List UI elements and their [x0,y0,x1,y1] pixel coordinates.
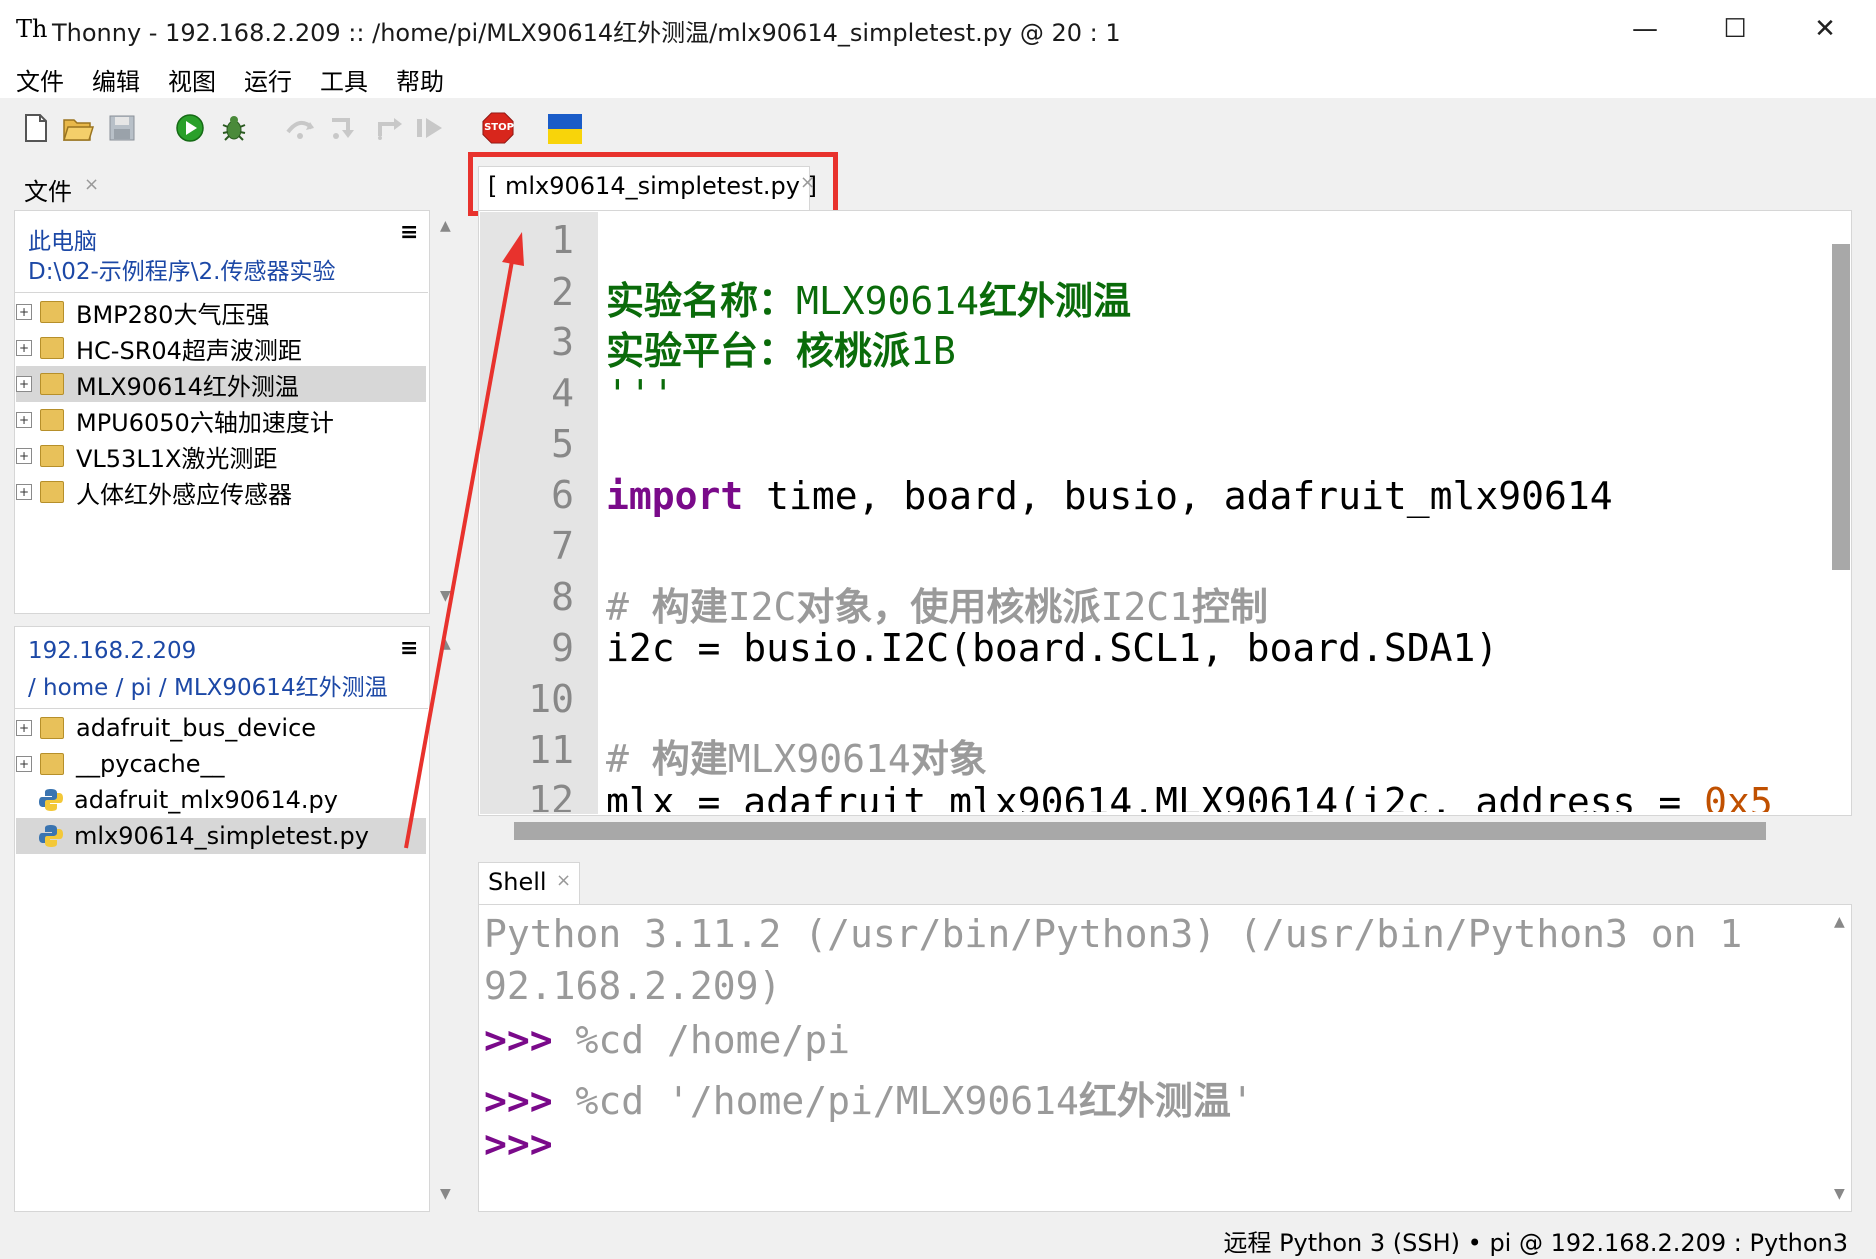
interpreter-status[interactable]: 远程 Python 3 (SSH) • pi @ 192.168.2.209 :… [1223,1223,1848,1258]
annotation-arrow [404,232,524,849]
